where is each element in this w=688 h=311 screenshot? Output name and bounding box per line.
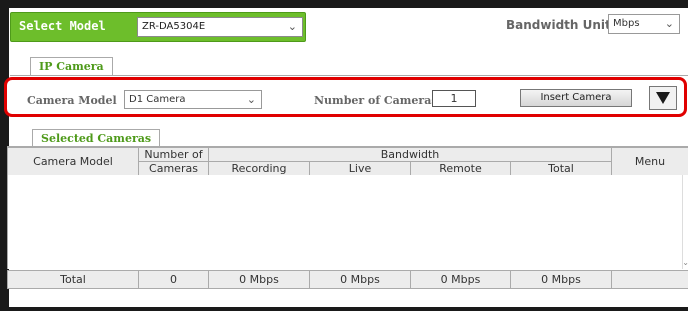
insert-camera-button[interactable]: Insert Camera — [520, 89, 632, 107]
col-remote: Remote — [410, 161, 511, 176]
number-of-cameras-label: Number of Cameras — [314, 94, 438, 107]
camera-insert-row: Camera Model D1 Camera ⌄ Number of Camer… — [4, 77, 687, 117]
col-menu: Menu — [611, 147, 688, 176]
total-bandwidth: 0 Mbps — [510, 270, 612, 289]
model-select[interactable]: ZR-DA5304E ⌄ — [137, 17, 303, 37]
ip-camera-divider — [10, 75, 688, 76]
chevron-down-icon: ⌄ — [664, 17, 674, 30]
col-total: Total — [510, 161, 612, 176]
total-recording: 0 Mbps — [208, 270, 310, 289]
selected-cameras-list: ⌄ — [7, 175, 688, 269]
selected-cameras-header: Camera Model Number of Bandwidth Menu Ca… — [7, 147, 688, 176]
chevron-down-icon: ⌄ — [246, 93, 256, 106]
tab-ip-camera[interactable]: IP Camera — [30, 57, 113, 75]
triangle-down-icon — [656, 92, 670, 104]
select-model-label: Select Model — [19, 19, 106, 33]
total-remote: 0 Mbps — [410, 270, 511, 289]
bandwidth-unit-select[interactable]: Mbps ⌄ — [608, 14, 680, 34]
col-bandwidth: Bandwidth — [208, 147, 612, 162]
total-label: Total — [7, 270, 139, 289]
number-of-cameras-input[interactable]: 1 — [432, 90, 476, 107]
bandwidth-unit-value: Mbps — [613, 18, 640, 29]
camera-model-value: D1 Camera — [129, 94, 186, 105]
col-number-of: Number of — [138, 147, 209, 162]
total-menu — [611, 270, 688, 289]
select-model-bar: Select Model ZR-DA5304E ⌄ — [10, 12, 306, 42]
bandwidth-unit-label: Bandwidth Unit : — [506, 18, 620, 32]
col-camera-model: Camera Model — [7, 147, 139, 176]
expand-button[interactable] — [649, 86, 677, 110]
total-live: 0 Mbps — [309, 270, 411, 289]
tab-ip-camera-label: IP Camera — [39, 60, 104, 73]
chevron-down-icon: ⌄ — [287, 20, 297, 33]
model-select-value: ZR-DA5304E — [142, 21, 206, 32]
totals-row: Total 0 0 Mbps 0 Mbps 0 Mbps 0 Mbps — [7, 270, 688, 289]
camera-model-label: Camera Model — [27, 94, 117, 107]
list-scrollbar[interactable]: ⌄ — [682, 175, 688, 269]
col-live: Live — [309, 161, 411, 176]
tab-selected-cameras[interactable]: Selected Cameras — [32, 129, 161, 147]
col-cameras: Cameras — [138, 161, 209, 176]
col-recording: Recording — [208, 161, 310, 176]
scroll-down-icon[interactable]: ⌄ — [682, 258, 688, 267]
total-count: 0 — [138, 270, 209, 289]
tab-selected-cameras-label: Selected Cameras — [41, 132, 152, 145]
camera-model-select[interactable]: D1 Camera ⌄ — [124, 90, 262, 109]
